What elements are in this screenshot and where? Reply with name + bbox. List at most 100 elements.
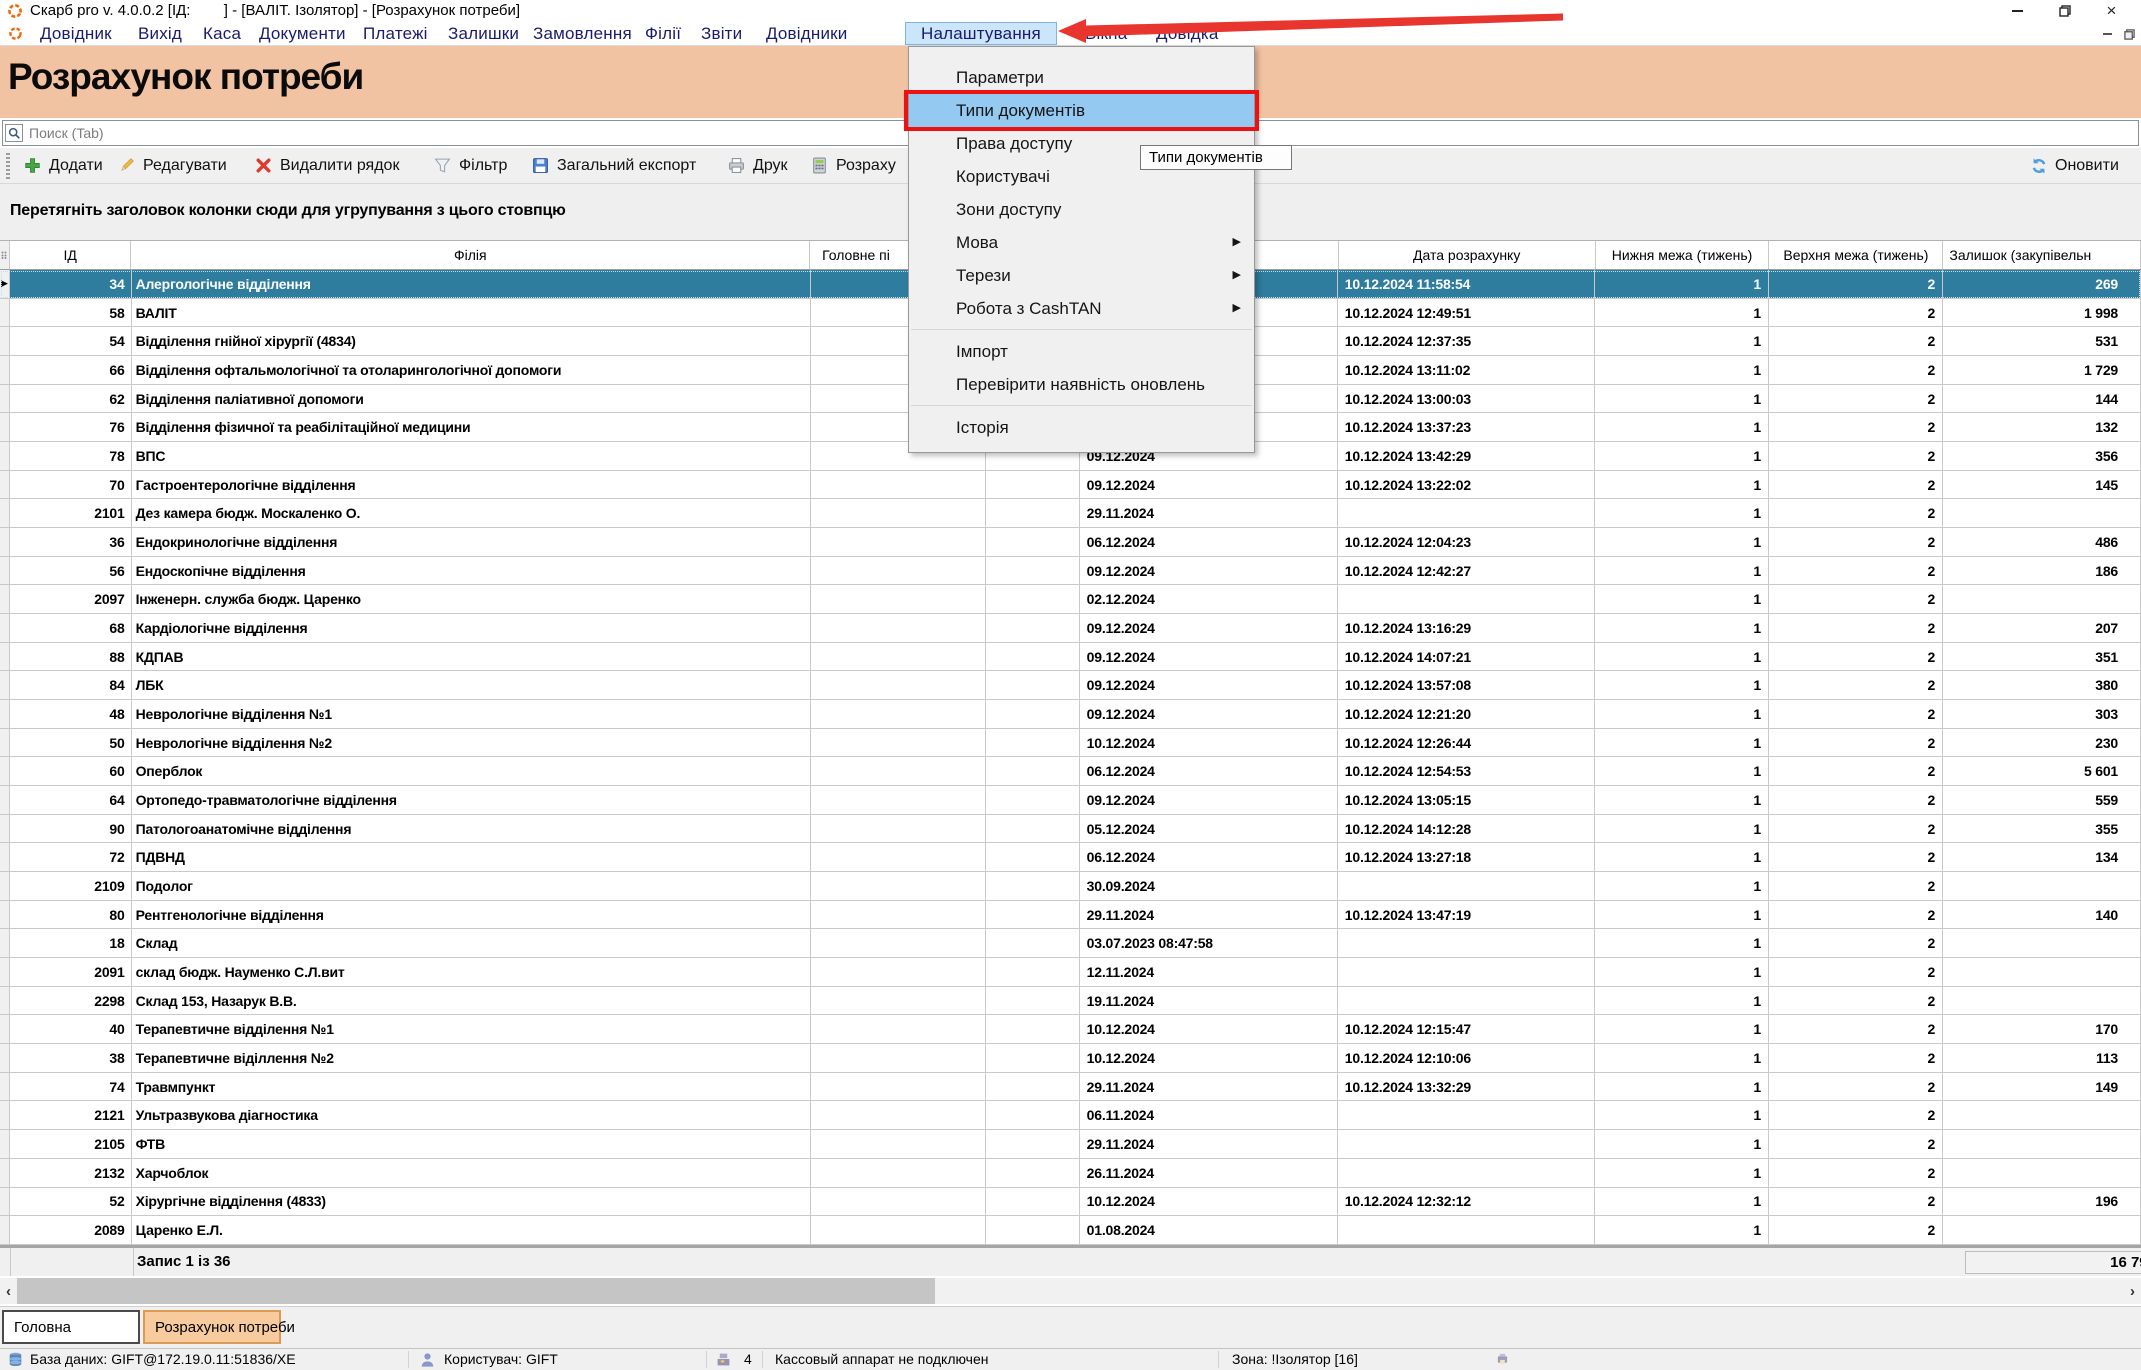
table-row[interactable]: 60Оперблок06.12.202410.12.2024 12:54:531… [0,757,2141,786]
menu-item-6[interactable]: Терези▶ [909,259,1254,292]
column-header-6[interactable]: Дата розрахунку [1339,241,1596,269]
toolbar-button-3[interactable]: Фільтр [434,148,507,183]
mdi-minimize-icon[interactable] [2098,26,2116,42]
submenu-arrow-icon: ▶ [1233,292,1241,325]
toolbar-grip-icon[interactable] [6,153,10,179]
cell-3 [811,1073,986,1101]
cell-2: Неврологічне відділення №2 [132,729,811,757]
table-row[interactable]: 90Патологоанатомічне відділення05.12.202… [0,815,2141,844]
cell-6: 10.12.2024 14:07:21 [1338,643,1595,671]
table-row[interactable]: 40Терапевтичне відділення №110.12.202410… [0,1015,2141,1044]
table-row[interactable]: 2121Ультразвукова діагностика06.11.20241… [0,1101,2141,1130]
cell-3 [811,843,986,871]
cell-8: 2 [1769,843,1943,871]
refresh-button[interactable]: Оновити [2030,148,2119,183]
toolbar-button-6[interactable]: Розраху [811,148,896,183]
table-row[interactable]: 68Кардіологічне відділення09.12.202410.1… [0,614,2141,643]
table-row[interactable]: 80Рентгенологічне відділення29.11.202410… [0,901,2141,930]
cell-1: 18 [10,929,132,957]
menu-3[interactable]: Документи [259,22,346,45]
submenu-arrow-icon: ▶ [1233,259,1241,292]
restore-button[interactable] [2041,0,2088,22]
cell-8: 2 [1769,442,1943,470]
table-row[interactable]: 64Ортопедо-травматологічне відділення09.… [0,786,2141,815]
tab-0[interactable]: Головна [2,1310,140,1344]
cell-9 [1943,929,2141,957]
scrollbar-thumb[interactable] [17,1278,935,1304]
table-row[interactable]: 2097Інженерн. служба бюдж. Царенко02.12.… [0,585,2141,614]
cell-6: 10.12.2024 13:05:15 [1338,786,1595,814]
search-input[interactable] [29,122,629,144]
toolbar-button-5[interactable]: Друк [728,148,788,183]
close-button[interactable]: × [2088,0,2135,22]
table-row[interactable]: 2105ФТВ29.11.202412 [0,1130,2141,1159]
tab-1-active[interactable]: Розрахунок потреби [143,1310,281,1344]
cell-7: 1 [1595,1101,1769,1129]
cell-6 [1338,585,1595,613]
menu-11[interactable]: Вікна [1085,22,1127,45]
toolbar-button-0[interactable]: Додати [24,148,103,183]
table-row[interactable]: 50Неврологічне відділення №210.12.202410… [0,729,2141,758]
cell-4 [986,585,1080,613]
table-row[interactable]: 88КДПАВ09.12.202410.12.2024 14:07:211235… [0,643,2141,672]
table-row[interactable]: 38Терапевтичне віділлення №210.12.202410… [0,1044,2141,1073]
menu-2[interactable]: Каса [203,22,241,45]
column-header-2[interactable]: Філія [131,241,810,269]
table-row[interactable]: 84ЛБК09.12.202410.12.2024 13:57:0812380 [0,671,2141,700]
scroll-left-icon[interactable]: ‹ [0,1278,17,1304]
menu-8[interactable]: Звіти [701,22,742,45]
menu-6[interactable]: Замовлення [533,22,632,45]
table-row[interactable]: 36Ендокринологічне відділення06.12.20241… [0,528,2141,557]
cell-1: 80 [10,901,132,929]
menu-0[interactable]: Довідник [40,22,112,45]
menu-item-7[interactable]: Робота з CashTAN▶ [909,292,1254,325]
cell-8: 2 [1769,729,1943,757]
cell-8: 2 [1769,700,1943,728]
menu-9[interactable]: Довідники [766,22,848,45]
cell-5: 06.11.2024 [1080,1101,1338,1129]
cell-5: 06.12.2024 [1080,528,1338,556]
menu-item-8[interactable]: Імпорт [909,335,1254,368]
export-icon [532,157,550,175]
minimize-button[interactable] [1994,0,2041,22]
table-row[interactable]: 72ПДВНД06.12.202410.12.2024 13:27:181213… [0,843,2141,872]
table-row[interactable]: 56Ендоскопічне відділення09.12.202410.12… [0,557,2141,586]
table-row[interactable]: 18Склад03.07.2023 08:47:5812 [0,929,2141,958]
menu-item-10[interactable]: Історія [909,411,1254,444]
toolbar-button-2[interactable]: Видалити рядок [255,148,399,183]
menu-1[interactable]: Вихід [138,22,182,45]
column-header-9[interactable]: Залишок (закупівельн [1943,241,2141,269]
table-row[interactable]: 48Неврологічне відділення №109.12.202410… [0,700,2141,729]
row-indicator [0,643,10,671]
menu-7[interactable]: Філії [645,22,681,45]
table-row[interactable]: 2132Харчоблок26.11.202412 [0,1159,2141,1188]
horizontal-scrollbar[interactable]: ‹ › [0,1278,2141,1304]
menu-4[interactable]: Платежі [363,22,428,45]
menu-item-9[interactable]: Перевірити наявність оновлень [909,368,1254,401]
table-row[interactable]: 74Травмпункт29.11.202410.12.2024 13:32:2… [0,1073,2141,1102]
table-row[interactable]: 2101Дез камера бюдж. Москаленко О.29.11.… [0,499,2141,528]
menu-item-5[interactable]: Мова▶ [909,226,1254,259]
mdi-restore-icon[interactable] [2120,26,2138,42]
menu-5[interactable]: Залишки [448,22,519,45]
toolbar-button-1[interactable]: Редагувати [118,148,227,183]
table-row[interactable]: 2298Склад 153, Назарук В.В.19.11.202412 [0,987,2141,1016]
column-header-8[interactable]: Верхня межа (тижень) [1769,241,1943,269]
table-row[interactable]: 52Хірургічне відділення (4833)10.12.2024… [0,1188,2141,1217]
menu-item-4[interactable]: Зони доступу [909,193,1254,226]
column-header-7[interactable]: Нижня межа (тижень) [1596,241,1770,269]
menu-10[interactable]: Налаштування [905,22,1057,45]
column-header-1[interactable]: ІД [10,241,132,269]
cell-8: 2 [1769,929,1943,957]
menu-item-0[interactable]: Параметри [909,61,1254,94]
toolbar-button-4[interactable]: Загальний експорт [532,148,696,183]
column-header-0[interactable] [0,241,10,269]
table-row[interactable]: 2091склад бюдж. Науменко С.Л.вит12.11.20… [0,958,2141,987]
row-indicator [0,1073,10,1101]
table-row[interactable]: 2089Царенко Е.Л.01.08.202412 [0,1216,2141,1245]
scroll-right-icon[interactable]: › [2124,1278,2141,1304]
table-row[interactable]: 70Гастроентерологічне відділення09.12.20… [0,471,2141,500]
menu-item-1[interactable]: Типи документів [909,94,1254,127]
menu-12[interactable]: Довідка [1156,22,1219,45]
table-row[interactable]: 2109Подолог30.09.202412 [0,872,2141,901]
